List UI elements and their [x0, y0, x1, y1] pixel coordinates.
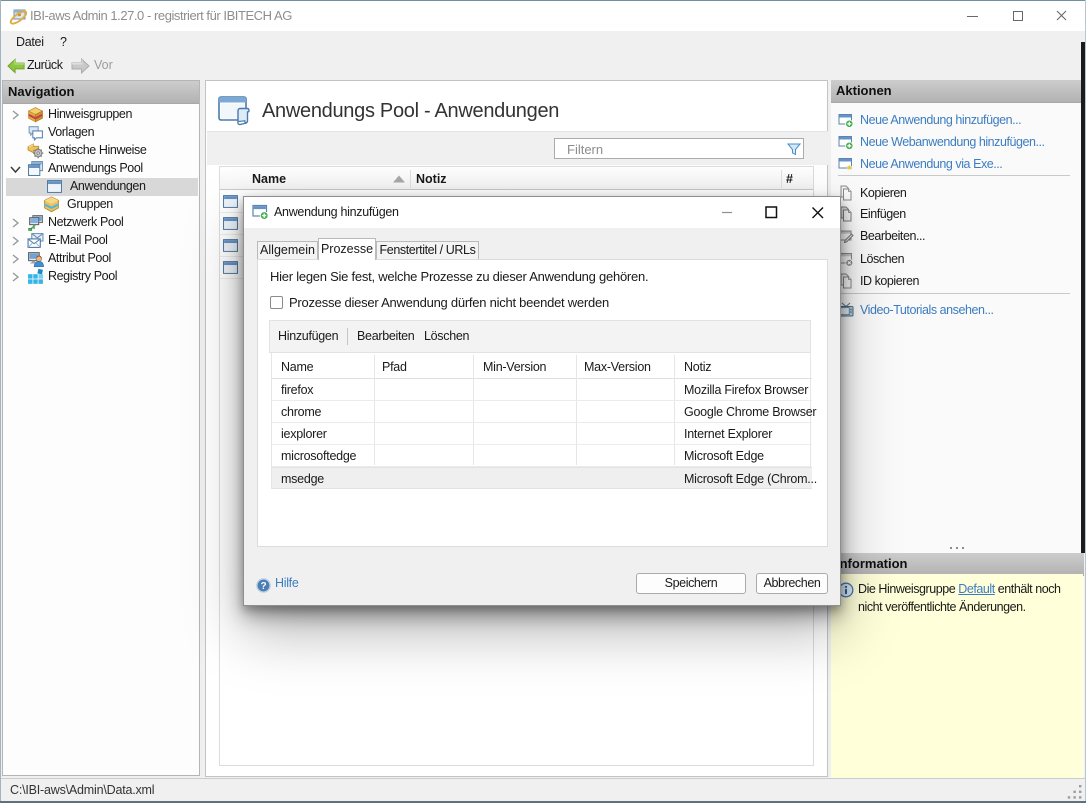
svg-text:?: ? [260, 581, 266, 592]
